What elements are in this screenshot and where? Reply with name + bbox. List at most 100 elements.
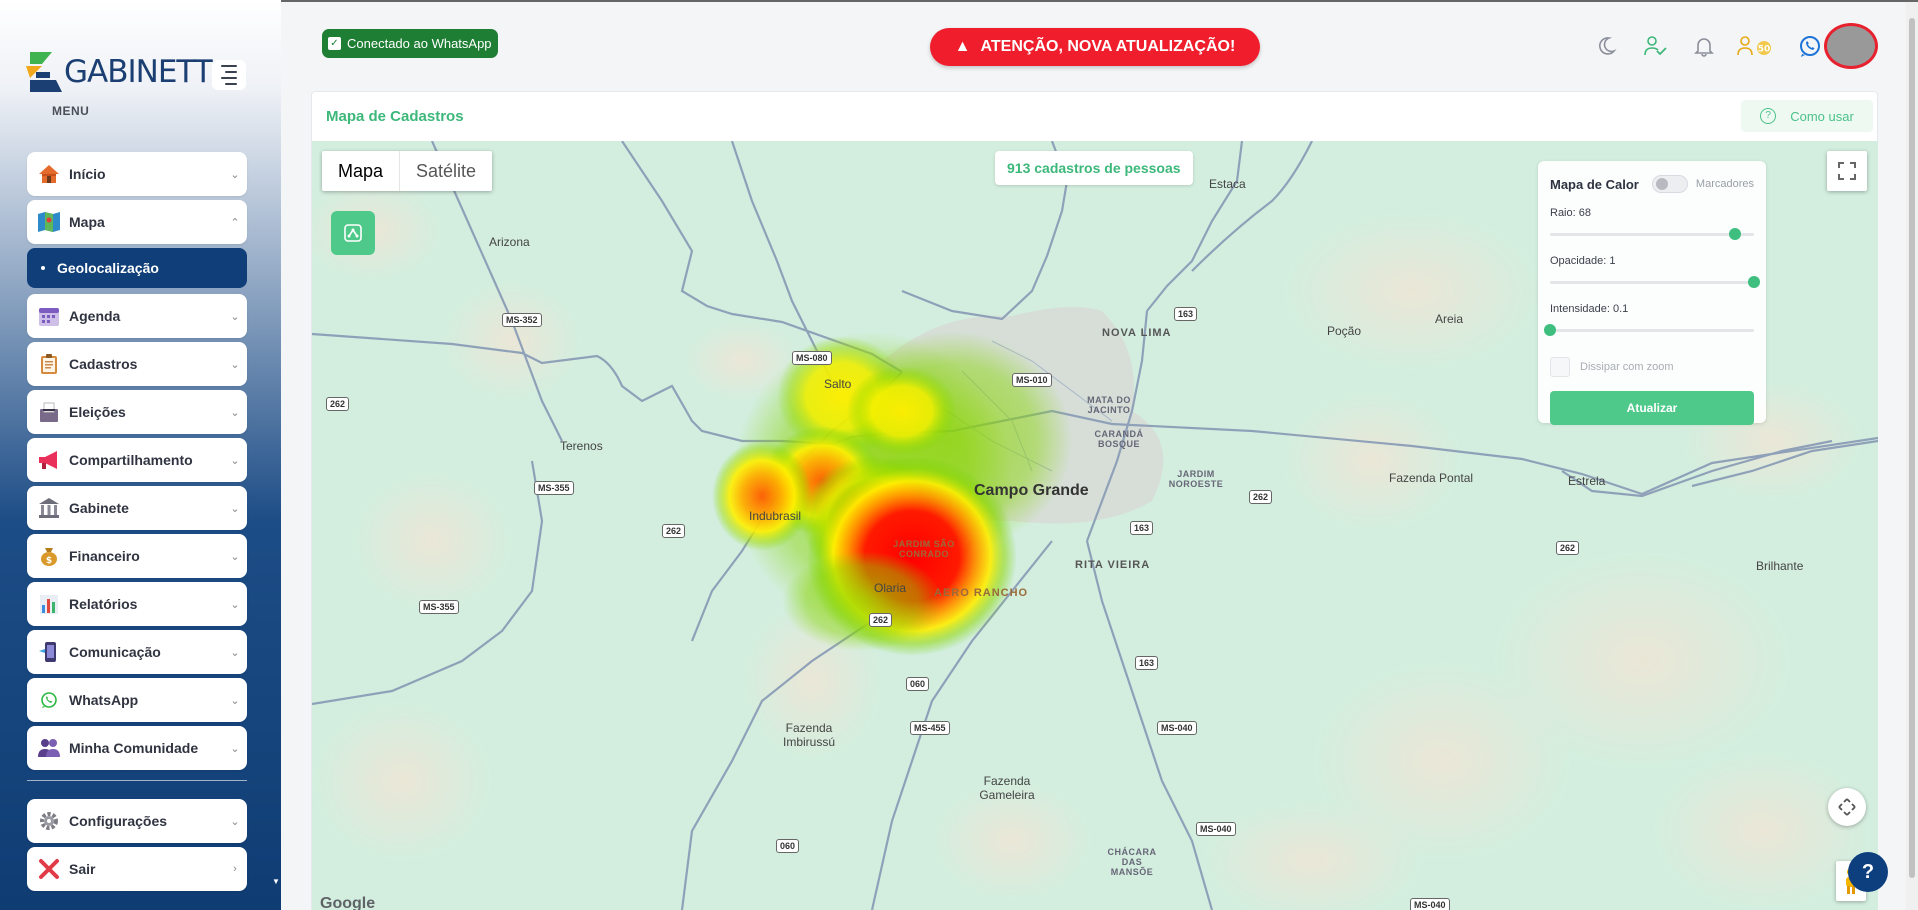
place-label: Olaria — [874, 581, 907, 595]
fullscreen-icon — [1838, 162, 1856, 180]
place-label: Terenos — [560, 439, 603, 453]
sidebar-item-compartilhamento[interactable]: Compartilhamento ⌄ — [27, 438, 247, 482]
radius-slider[interactable] — [1550, 227, 1754, 241]
place-label: Arizona — [489, 235, 530, 249]
menu-toggle-button[interactable] — [212, 60, 246, 90]
place-label: Estaca — [1209, 177, 1246, 191]
place-label: Fazenda Pontal — [1389, 471, 1474, 485]
opacity-slider[interactable] — [1550, 275, 1760, 289]
how-to-use-button[interactable]: ? Como usar — [1741, 100, 1873, 132]
fullscreen-button[interactable] — [1827, 151, 1867, 191]
gear-icon — [37, 809, 61, 833]
heatmap-title: Mapa de Calor — [1550, 176, 1639, 192]
users-badge-icon[interactable]: 50 — [1737, 30, 1777, 62]
house-icon — [37, 162, 61, 186]
money-bag-icon: $ — [37, 544, 61, 568]
moon-icon[interactable] — [1590, 30, 1622, 62]
road-shield: MS-040 — [1196, 822, 1236, 836]
sidebar-item-sair[interactable]: Sair › — [27, 847, 247, 891]
user-avatar[interactable] — [1824, 23, 1878, 69]
chevron-down-icon: ⌄ — [230, 502, 240, 515]
map-type-satelite-button[interactable]: Satélite — [400, 151, 492, 191]
page-scrollbar[interactable] — [1906, 2, 1918, 910]
whatsapp-icon[interactable] — [1794, 30, 1826, 62]
sidebar-item-comunicacao[interactable]: Comunicação ⌄ — [27, 630, 247, 674]
update-alert-button[interactable]: ▲ ATENÇÃO, NOVA ATUALIZAÇÃO! — [930, 28, 1260, 66]
calendar-icon — [37, 304, 61, 328]
drawing-tool-button[interactable] — [331, 211, 375, 255]
district-label: JARDIM NOROESTE — [1168, 469, 1224, 489]
sidebar-item-label: Cadastros — [69, 356, 138, 372]
sidebar-item-label: Comunicação — [69, 644, 161, 660]
chevron-down-icon: ⌄ — [230, 815, 240, 828]
sidebar: GABINETT MENU Início ⌄ Mapa ⌃ Geolocaliz… — [0, 0, 281, 910]
opacity-label: Opacidade: 1 — [1550, 255, 1616, 267]
sidebar-item-relatorios[interactable]: Relatórios ⌄ — [27, 582, 247, 626]
sidebar-item-label: Eleições — [69, 404, 126, 420]
road-shield: MS-080 — [792, 351, 832, 365]
sidebar-scroll-down-icon[interactable]: ▼ — [272, 877, 280, 886]
svg-text:$: $ — [46, 556, 52, 566]
chevron-down-icon: ⌄ — [230, 310, 240, 323]
road-shield: 262 — [326, 397, 350, 411]
chevron-right-icon: › — [233, 863, 237, 875]
slider-thumb[interactable] — [1544, 324, 1556, 336]
bullet-icon — [41, 266, 45, 270]
chevron-down-icon: ⌄ — [230, 694, 240, 707]
google-logo: Google — [320, 895, 376, 910]
map-pan-control[interactable] — [1828, 788, 1866, 826]
road-shield: MS-352 — [502, 313, 542, 327]
district-label: JARDIM SÃO CONRADO — [893, 539, 955, 559]
sidebar-item-gabinete[interactable]: Gabinete ⌄ — [27, 486, 247, 530]
map-canvas[interactable]: Arizona Terenos Salto Indubrasil Olaria … — [312, 141, 1878, 910]
sidebar-item-financeiro[interactable]: $ Financeiro ⌄ — [27, 534, 247, 578]
sidebar-subitem-geolocalizacao[interactable]: Geolocalização — [27, 248, 247, 288]
bank-icon — [37, 496, 61, 520]
bell-icon[interactable] — [1688, 30, 1720, 62]
dissipate-checkbox[interactable] — [1550, 357, 1570, 377]
topbar-actions: 50 — [1590, 30, 1843, 62]
road-shield: 163 — [1174, 307, 1198, 321]
road-shield: MS-455 — [910, 721, 950, 735]
sidebar-item-inicio[interactable]: Início ⌄ — [27, 152, 247, 196]
sidebar-item-whatsapp[interactable]: WhatsApp ⌄ — [27, 678, 247, 722]
sidebar-item-eleicoes[interactable]: Eleições ⌄ — [27, 390, 247, 434]
whatsapp-status-badge: ✓ Conectado ao WhatsApp — [322, 29, 498, 58]
intensity-slider[interactable] — [1544, 323, 1754, 337]
question-icon: ? — [1760, 108, 1777, 124]
map-type-mapa-button[interactable]: Mapa — [322, 151, 401, 191]
radius-label: Raio: 68 — [1550, 207, 1591, 219]
road-shield: 060 — [776, 839, 800, 853]
update-heatmap-button[interactable]: Atualizar — [1550, 391, 1754, 425]
road-shield: 163 — [1130, 521, 1154, 535]
sidebar-item-minha-comunidade[interactable]: Minha Comunidade ⌄ — [27, 726, 247, 770]
megaphone-icon — [37, 448, 61, 472]
sidebar-item-agenda[interactable]: Agenda ⌄ — [27, 294, 247, 338]
road-shield: MS-040 — [1410, 898, 1450, 910]
sidebar-item-configuracoes[interactable]: Configurações ⌄ — [27, 799, 247, 843]
sidebar-item-label: WhatsApp — [69, 692, 139, 708]
chevron-down-icon: ⌄ — [230, 406, 240, 419]
place-label-city: Campo Grande — [974, 482, 1089, 499]
phone-icon — [37, 640, 61, 664]
road-shield: 262 — [1556, 541, 1580, 555]
slider-thumb[interactable] — [1748, 276, 1760, 288]
app-logo[interactable]: GABINETT — [26, 52, 213, 92]
sidebar-item-label: Início — [69, 166, 106, 182]
markers-toggle[interactable] — [1651, 175, 1688, 193]
sidebar-item-mapa[interactable]: Mapa ⌃ — [27, 200, 247, 244]
chevron-up-icon: ⌃ — [230, 216, 240, 229]
user-check-icon[interactable] — [1639, 30, 1671, 62]
move-arrows-icon — [1838, 798, 1856, 816]
map-icon — [37, 210, 61, 234]
district-label: AERO RANCHO — [934, 587, 1029, 599]
sidebar-item-cadastros[interactable]: Cadastros ⌄ — [27, 342, 247, 386]
slider-thumb[interactable] — [1728, 228, 1741, 240]
district-label: CARANDÁ BOSQUE — [1094, 429, 1144, 449]
place-label: Salto — [824, 377, 852, 391]
help-button[interactable]: ? — [1848, 852, 1888, 892]
ballot-box-icon — [37, 400, 61, 424]
warning-icon: ▲ — [954, 38, 971, 55]
place-label: Brilhante — [1756, 559, 1804, 573]
road-shield: 262 — [1249, 490, 1273, 504]
